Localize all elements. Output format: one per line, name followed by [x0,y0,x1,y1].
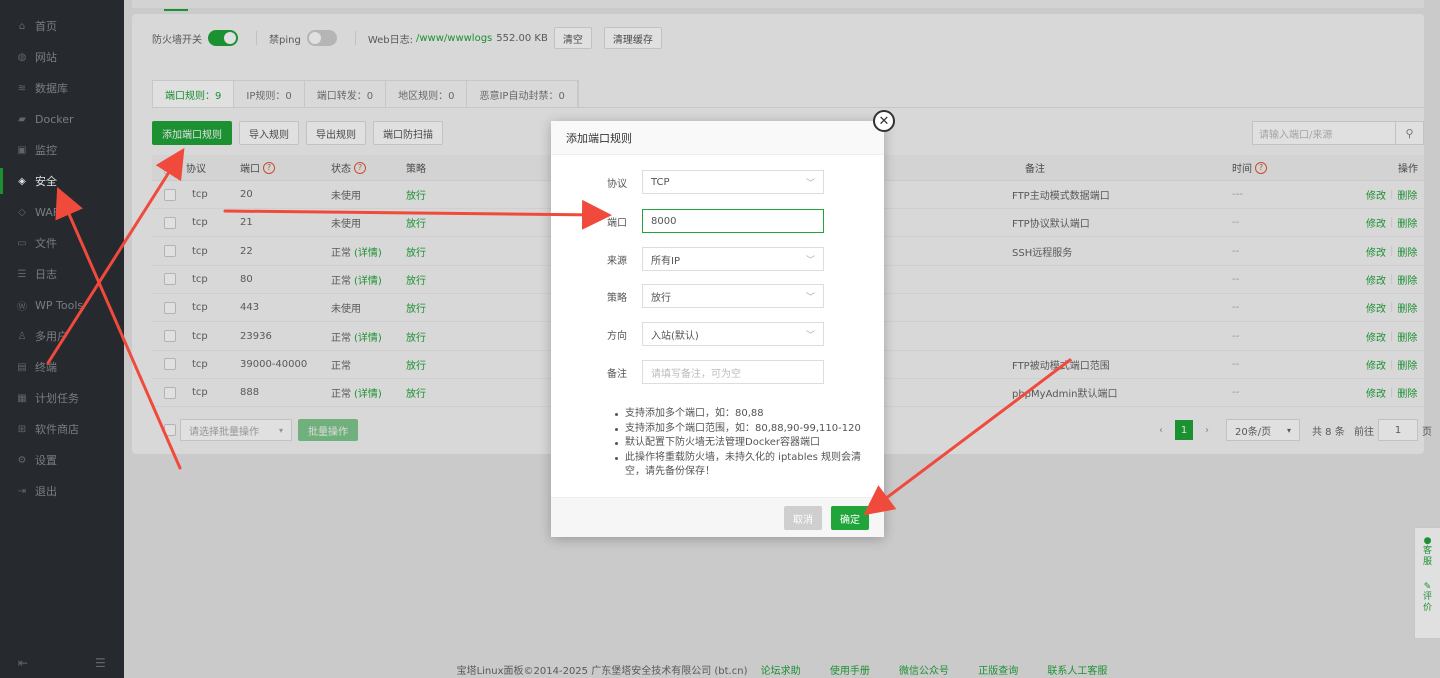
direction-row: 方向 入站(默认) ﹀ [551,322,884,346]
port-label: 端口 [607,217,627,229]
confirm-button[interactable]: 确定 [831,506,869,530]
protocol-select[interactable]: TCP ﹀ [642,170,824,194]
port-row: 端口 8000 [551,209,884,233]
dialog-title: 添加端口规则 [551,121,884,155]
source-row: 来源 所有IP ﹀ [551,247,884,271]
port-input[interactable]: 8000 [642,209,824,233]
dialog-tips: 支持添加多个端口，如：80,88 支持添加多个端口范围，如：80,88,90-9… [613,407,873,480]
protocol-row: 协议 TCP ﹀ [551,170,884,194]
source-select[interactable]: 所有IP ﹀ [642,247,824,271]
remark-row: 备注 请填写备注，可为空 [551,360,884,384]
close-icon[interactable]: ✕ [873,110,895,132]
add-port-rule-dialog: 添加端口规则 ✕ 协议 TCP ﹀ 端口 8000 来源 所有IP ﹀ 策略 放行 ﹀… [551,110,895,537]
chevron-down-icon: ﹀ [805,293,815,303]
cancel-button[interactable]: 取消 [784,506,822,530]
chevron-down-icon: ﹀ [805,179,815,189]
direction-select[interactable]: 入站(默认) ﹀ [642,322,824,346]
direction-label: 方向 [607,330,627,342]
strategy-label: 策略 [607,292,627,304]
chevron-down-icon: ﹀ [805,331,815,341]
app-window: ⌂ 首页 ◍ 网站 ≋ 数据库 ▰ Docker ▣ 监控 ◈ 安全 ◇ WAF ▭ 文件 ☰ 日… [0,0,1440,678]
dialog-footer: 取消 确定 [551,497,884,537]
chevron-down-icon: ﹀ [805,256,815,266]
tip-item: 默认配置下防火墙无法管理Docker容器端口 [613,436,873,451]
protocol-label: 协议 [607,178,627,190]
remark-input[interactable]: 请填写备注，可为空 [642,360,824,384]
tip-item: 支持添加多个端口，如：80,88 [613,407,873,422]
source-label: 来源 [607,255,627,267]
strategy-select[interactable]: 放行 ﹀ [642,284,824,308]
tip-item: 此操作将重载防火墙，未持久化的 iptables 规则会清空，请先备份保存！ [613,451,873,480]
remark-label: 备注 [607,368,627,380]
strategy-row: 策略 放行 ﹀ [551,284,884,308]
tip-item: 支持添加多个端口范围，如：80,88,90-99,110-120 [613,422,873,437]
